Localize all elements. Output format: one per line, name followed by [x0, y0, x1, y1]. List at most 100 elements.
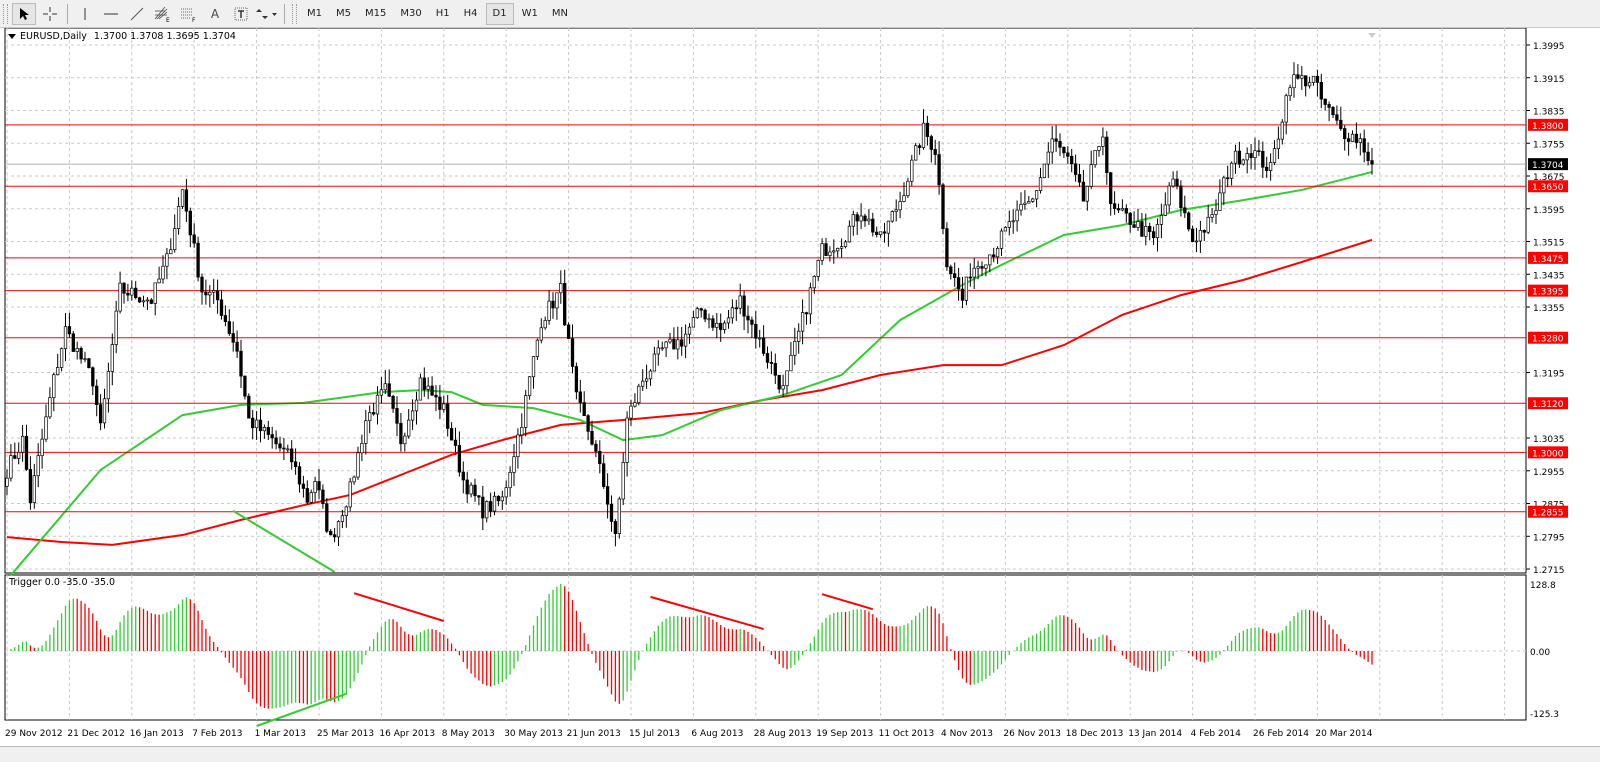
- arrows-dropdown-button[interactable]: [255, 3, 279, 25]
- fibonacci-retracement-button[interactable]: F: [177, 3, 201, 25]
- timeframe-m1-button[interactable]: M1: [301, 3, 328, 25]
- candle-bull: [83, 358, 87, 361]
- text-label-button[interactable]: [229, 3, 253, 25]
- candle-bear: [438, 396, 442, 410]
- indicator-axis-label: 0.00: [1530, 648, 1550, 658]
- candle-bear: [465, 479, 469, 495]
- candle-bull: [559, 283, 563, 294]
- candle-bear: [1237, 150, 1242, 165]
- candle-bear: [1187, 212, 1191, 230]
- candle-bull: [1245, 153, 1249, 161]
- candle-bull: [1136, 221, 1140, 228]
- trendline-button[interactable]: [125, 3, 149, 25]
- candle-bull: [539, 327, 543, 341]
- time-axis-label: 19 Sep 2013: [816, 729, 873, 739]
- candle-bear: [968, 276, 972, 279]
- text-tool-button[interactable]: A: [203, 3, 227, 25]
- candle-bear: [590, 431, 594, 445]
- candle-bear: [399, 422, 403, 445]
- candle-bull: [130, 287, 134, 296]
- candle-bull: [800, 312, 805, 332]
- timeframe-d1-button[interactable]: D1: [485, 2, 514, 25]
- candle-bear: [1265, 166, 1269, 171]
- timeframe-m30-button[interactable]: M30: [394, 3, 427, 25]
- candle-bull: [890, 211, 894, 222]
- candle-bull: [75, 347, 79, 352]
- candle-bull: [1300, 75, 1304, 79]
- arrows-icon: [256, 8, 277, 19]
- candle-bull: [1163, 204, 1167, 216]
- candle-bull: [1007, 221, 1011, 228]
- candle-bear: [332, 534, 337, 538]
- cursor-tool-button[interactable]: [12, 2, 36, 25]
- candle-bull: [410, 410, 415, 421]
- candle-bear: [551, 300, 555, 309]
- time-axis-label: 6 Aug 2013: [691, 729, 743, 739]
- toolbar-grip[interactable]: [3, 3, 8, 24]
- vertical-line-button[interactable]: [73, 3, 97, 25]
- candle-bull: [816, 260, 820, 277]
- candle-bear: [239, 350, 243, 377]
- candle-bull: [1003, 227, 1008, 232]
- level-price-label: 1.3000: [1532, 449, 1564, 459]
- candle-bull: [527, 376, 532, 396]
- candle-bear: [1062, 146, 1066, 154]
- time-axis-label: 4 Feb 2014: [1191, 729, 1242, 739]
- candle-bull: [348, 481, 352, 508]
- candle-bear: [223, 315, 228, 322]
- triangle-down-icon: [8, 33, 16, 39]
- candle-bear: [1339, 119, 1343, 129]
- price-chart[interactable]: 29 Nov 2012 21 Dec 2012 16 Jan 2013 7 Feb 2…: [0, 28, 1600, 761]
- candle-bear: [1132, 224, 1136, 228]
- candle-bull: [1292, 74, 1296, 89]
- timeframe-w1-button[interactable]: W1: [516, 3, 544, 25]
- horizontal-line-button[interactable]: [99, 3, 123, 25]
- toolbar-grip[interactable]: [292, 3, 297, 24]
- timeframe-m5-button[interactable]: M5: [330, 3, 357, 25]
- candle-bear: [1116, 208, 1121, 211]
- timeframe-mn-button[interactable]: MN: [546, 3, 574, 25]
- candle-bear: [933, 149, 937, 155]
- candle-bull: [894, 209, 898, 212]
- candle-bull: [1253, 150, 1257, 158]
- candle-bear: [91, 367, 95, 387]
- candle-bear: [188, 210, 192, 236]
- candle-bear: [1054, 138, 1058, 142]
- candle-bull: [1042, 163, 1047, 178]
- level-price-label: 1.3395: [1532, 288, 1564, 298]
- candle-bear: [1304, 75, 1308, 87]
- candle-bull: [839, 246, 844, 249]
- candle-bull: [676, 339, 680, 350]
- candle-bull: [106, 371, 111, 400]
- timeframe-h1-button[interactable]: H1: [430, 3, 456, 25]
- candle-bull: [859, 215, 863, 222]
- candle-bear: [594, 443, 598, 452]
- candle-bear: [79, 347, 83, 360]
- candle-bear: [196, 242, 200, 278]
- candle-bear: [270, 434, 274, 439]
- main-panel-frame: [4, 28, 1527, 574]
- timeframe-h4-button[interactable]: H4: [458, 3, 484, 25]
- candle-bull: [1218, 192, 1222, 211]
- candle-bear: [956, 277, 961, 290]
- candle-bear: [711, 318, 715, 328]
- candle-bull: [36, 455, 40, 477]
- candle-bull: [886, 220, 891, 234]
- crosshair-tool-button[interactable]: [38, 3, 62, 25]
- fibonacci-fan-button[interactable]: E: [151, 3, 175, 25]
- candle-bull: [418, 377, 423, 401]
- candle-bear: [24, 435, 29, 470]
- time-axis-label: 7 Feb 2013: [192, 729, 242, 739]
- candle-bull: [629, 405, 633, 419]
- candle-bull: [1194, 240, 1199, 243]
- candle-bull: [555, 292, 559, 309]
- candle-bear: [149, 299, 153, 304]
- price-axis-label: 1.3915: [1533, 75, 1565, 85]
- candle-bull: [851, 214, 855, 227]
- candle-bear: [1190, 228, 1195, 242]
- candle-bear: [769, 362, 774, 364]
- candle-bull: [141, 300, 146, 303]
- timeframe-m15-button[interactable]: M15: [359, 3, 392, 25]
- candle-bull: [1046, 151, 1050, 165]
- candle-bull: [828, 251, 832, 256]
